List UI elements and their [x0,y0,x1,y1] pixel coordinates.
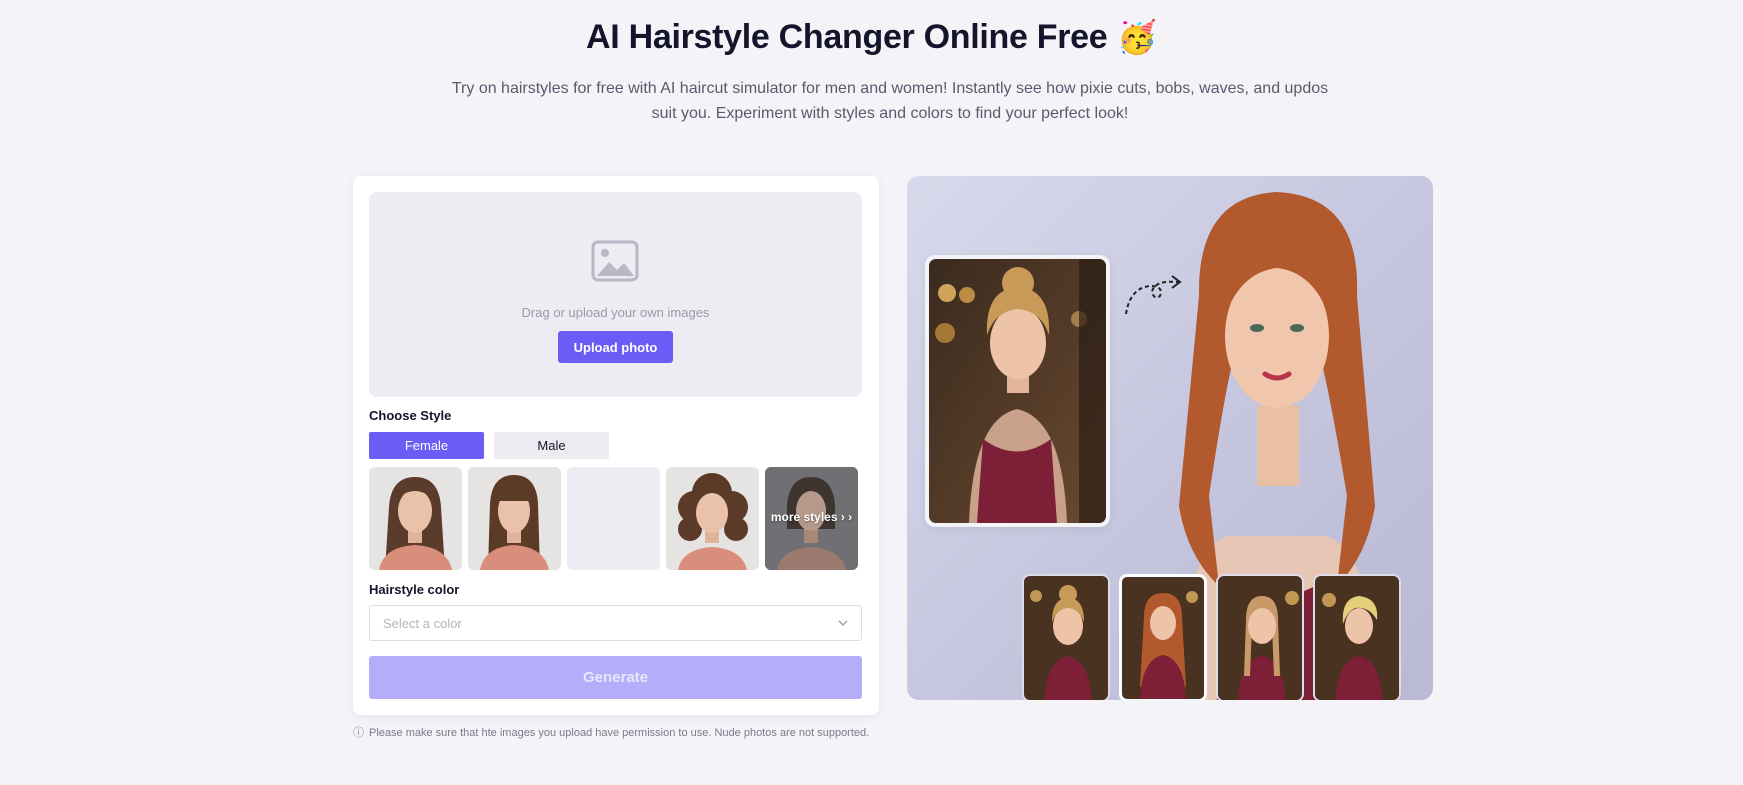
before-photo-card [925,255,1110,527]
pixie-example-icon [1315,576,1399,700]
upload-hint: Drag or upload your own images [521,305,710,320]
chevron-down-icon [838,620,848,626]
info-icon: ⓘ [353,727,364,739]
style-thumb-curly-bob[interactable] [666,467,759,570]
curly-bob-thumbnail [666,467,759,570]
page-title: AI Hairstyle Changer Online Free 🥳 [0,18,1743,57]
color-select-placeholder: Select a color [383,616,462,631]
example-thumb-long-waves[interactable] [1119,574,1207,700]
style-thumbnails: more styles › › [369,467,862,570]
long-waves-example-icon [1122,577,1204,699]
before-photo [929,259,1106,523]
gender-female-button[interactable]: Female [369,432,484,459]
style-thumb-bangs[interactable] [468,467,561,570]
hairstyle-color-label: Hairstyle color [369,582,460,597]
example-thumb-braid[interactable] [1216,574,1304,700]
more-styles-label: more styles › › [770,510,853,524]
upload-photo-button[interactable]: Upload photo [558,331,673,363]
style-thumb-long-wavy[interactable] [369,467,462,570]
choose-style-label: Choose Style [369,408,452,423]
style-thumb-empty[interactable] [567,467,660,570]
long-wavy-hair-thumbnail [369,467,462,570]
disclaimer-text: Please make sure that hte images you upl… [369,727,870,739]
page-title-text: AI Hairstyle Changer Online Free [586,18,1108,56]
example-thumb-pixie[interactable] [1313,574,1401,700]
gender-male-button[interactable]: Male [494,432,609,459]
upload-dropzone[interactable]: Drag or upload your own images Upload ph… [369,192,862,397]
braid-example-icon [1218,576,1302,700]
empty-thumbnail [567,467,660,570]
image-placeholder-icon [591,240,639,282]
party-face-icon: 🥳 [1117,19,1157,55]
upload-disclaimer: ⓘ Please make sure that hte images you up… [353,724,869,740]
more-styles-button[interactable]: more styles › › [765,467,858,570]
example-showcase [907,176,1433,700]
updo-example-icon [1024,576,1108,700]
example-thumb-updo[interactable] [1022,574,1110,700]
generator-panel: Drag or upload your own images Upload ph… [353,176,879,715]
generate-button[interactable]: Generate [369,656,862,699]
page-subtitle: Try on hairstyles for free with AI hairc… [451,80,1329,122]
bangs-straight-hair-thumbnail [468,467,561,570]
color-select[interactable]: Select a color [369,605,862,641]
